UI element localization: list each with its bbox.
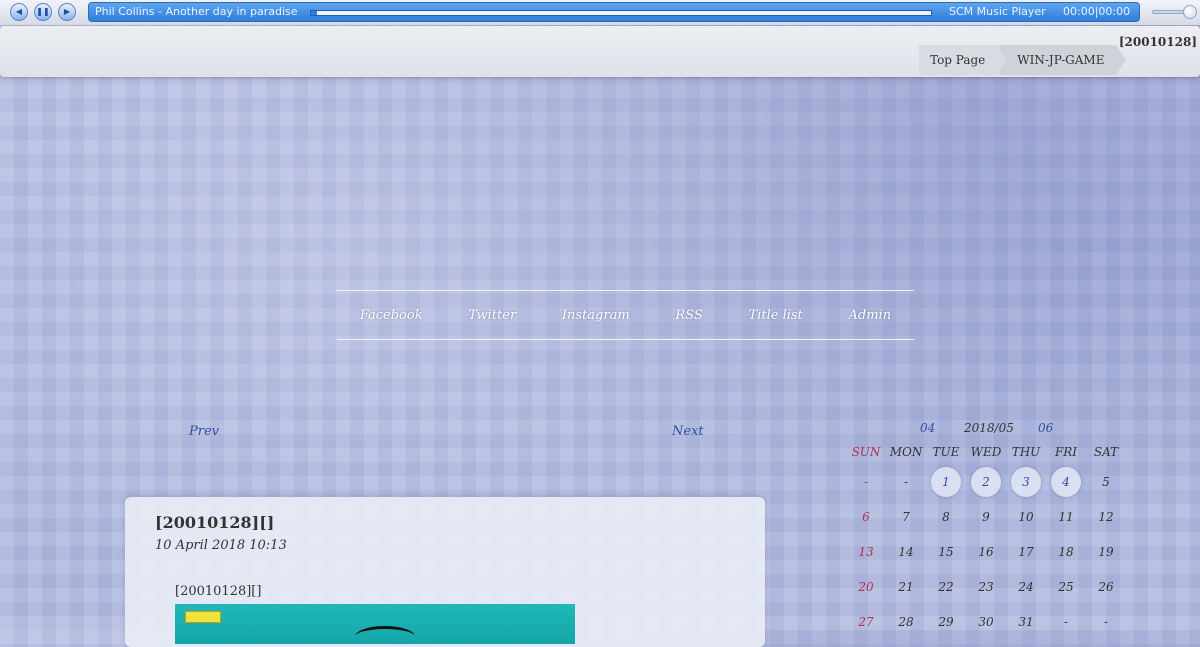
calendar-day-link[interactable]: 1 — [926, 467, 966, 502]
calendar-day: 31 — [1018, 615, 1034, 629]
calendar-day: - — [1063, 615, 1069, 629]
progress-bar[interactable] — [310, 10, 932, 16]
calendar-day: 11 — [1058, 510, 1074, 524]
calendar-day: - — [1103, 615, 1109, 629]
calendar-grid: - -1 2 3 4 5 6 7 8 9 10 11 12 13 14 15 16 17 18 19 20 21 22 23 2… — [846, 467, 1126, 642]
weekday-mon: MON — [889, 445, 923, 459]
post-date: 10 April 2018 10:13 — [155, 538, 287, 553]
calendar-day: 27 — [858, 615, 874, 629]
calendar-day: 17 — [1018, 545, 1034, 559]
progress-fill — [311, 11, 318, 15]
previous-track-icon[interactable]: ◀ — [10, 3, 28, 21]
weekday-sat: SAT — [1093, 445, 1119, 459]
calendar-day-bubble[interactable]: 1 — [931, 467, 961, 497]
nav-rss[interactable]: RSS — [675, 308, 702, 323]
pause-icon[interactable]: ❚❚ — [34, 3, 52, 21]
calendar-day: 18 — [1058, 545, 1074, 559]
calendar-prev-month[interactable]: 04 — [920, 421, 935, 435]
weekday-wed: WED — [970, 445, 1002, 459]
main-nav: Facebook Twitter Instagram RSS Title lis… — [337, 290, 914, 340]
calendar-weekdays: SUN MON TUE WED THU FRI SAT — [846, 445, 1126, 459]
calendar-day: 7 — [902, 510, 910, 524]
calendar-day: 14 — [898, 545, 914, 559]
calendar-day: 24 — [1018, 580, 1034, 594]
sign-graphic — [185, 611, 221, 623]
calendar-day: 30 — [978, 615, 994, 629]
calendar-day: - — [863, 475, 869, 489]
player-display: Phil Collins - Another day in paradise S… — [88, 2, 1140, 22]
breadcrumb-category[interactable]: WIN-JP-GAME — [999, 45, 1127, 75]
calendar-day: 25 — [1058, 580, 1074, 594]
calendar-day-bubble[interactable]: 4 — [1051, 467, 1081, 497]
prev-link[interactable]: Prev — [189, 424, 219, 439]
calendar-day: 19 — [1098, 545, 1114, 559]
weekday-sun: SUN — [851, 445, 881, 459]
volume-knob[interactable] — [1182, 5, 1197, 19]
nav-title-list[interactable]: Title list — [749, 308, 803, 323]
calendar-day: 26 — [1098, 580, 1114, 594]
weekday-fri: FRI — [1054, 445, 1078, 459]
calendar-next-month[interactable]: 06 — [1038, 421, 1053, 435]
weekday-tue: TUE — [932, 445, 960, 459]
calendar-day: 13 — [858, 545, 874, 559]
calendar-day: 16 — [978, 545, 994, 559]
calendar-day-bubble[interactable]: 2 — [971, 467, 1001, 497]
calendar-day: - — [903, 475, 909, 489]
calendar-day: 15 — [938, 545, 954, 559]
post-image[interactable] — [175, 604, 575, 644]
calendar-day: 10 — [1018, 510, 1034, 524]
calendar-day: 6 — [862, 510, 870, 524]
calendar-day: 22 — [938, 580, 954, 594]
nav-facebook[interactable]: Facebook — [360, 308, 423, 323]
player-name: SCM Music Player — [949, 5, 1046, 18]
track-title: Phil Collins - Another day in paradise — [95, 5, 298, 18]
nav-twitter[interactable]: Twitter — [468, 308, 516, 323]
nav-instagram[interactable]: Instagram — [562, 308, 630, 323]
calendar-day: 20 — [858, 580, 874, 594]
next-link[interactable]: Next — [672, 424, 704, 439]
calendar-week: - - 1234 5 — [846, 467, 1126, 502]
calendar-day: 21 — [898, 580, 914, 594]
artwork-graphic — [355, 626, 415, 644]
breadcrumb: Top Page WIN-JP-GAME — [919, 45, 1127, 75]
calendar-day-link[interactable]: 3 — [1006, 467, 1046, 502]
calendar-week: 13 14 15 16 17 18 19 — [846, 537, 1126, 572]
calendar-day: 8 — [942, 510, 950, 524]
volume-slider[interactable] — [1152, 5, 1197, 19]
calendar-current-month: 2018/05 — [964, 421, 1014, 435]
site-header: [20010128] Top Page WIN-JP-GAME — [0, 26, 1200, 77]
weekday-thu: THU — [1011, 445, 1041, 459]
music-player: ◀ ❚❚ ▶ Phil Collins - Another day in par… — [0, 0, 1200, 25]
calendar-week: 20 21 22 23 24 25 26 — [846, 572, 1126, 607]
calendar-day-bubble[interactable]: 3 — [1011, 467, 1041, 497]
page-code: [20010128] — [1118, 35, 1197, 49]
calendar-day: 28 — [898, 615, 914, 629]
calendar-week: 6 7 8 9 10 11 12 — [846, 502, 1126, 537]
post-card: [20010128][] 10 April 2018 10:13 [200101… — [125, 497, 765, 647]
calendar-day: 29 — [938, 615, 954, 629]
breadcrumb-top-page[interactable]: Top Page — [919, 45, 1008, 75]
calendar-day-link[interactable]: 2 — [966, 467, 1006, 502]
nav-admin[interactable]: Admin — [849, 308, 892, 323]
calendar-day: 5 — [1102, 475, 1110, 489]
post-title[interactable]: [20010128][] — [155, 513, 274, 532]
calendar-day: 9 — [982, 510, 990, 524]
calendar-day: 23 — [978, 580, 994, 594]
player-time: 00:00|00:00 — [1063, 5, 1131, 18]
calendar-day-link[interactable]: 4 — [1046, 467, 1086, 502]
calendar-day: 12 — [1098, 510, 1114, 524]
next-track-icon[interactable]: ▶ — [58, 3, 76, 21]
calendar-week: 27 28 29 30 31 - - — [846, 607, 1126, 642]
post-body-title: [20010128][] — [175, 584, 262, 599]
